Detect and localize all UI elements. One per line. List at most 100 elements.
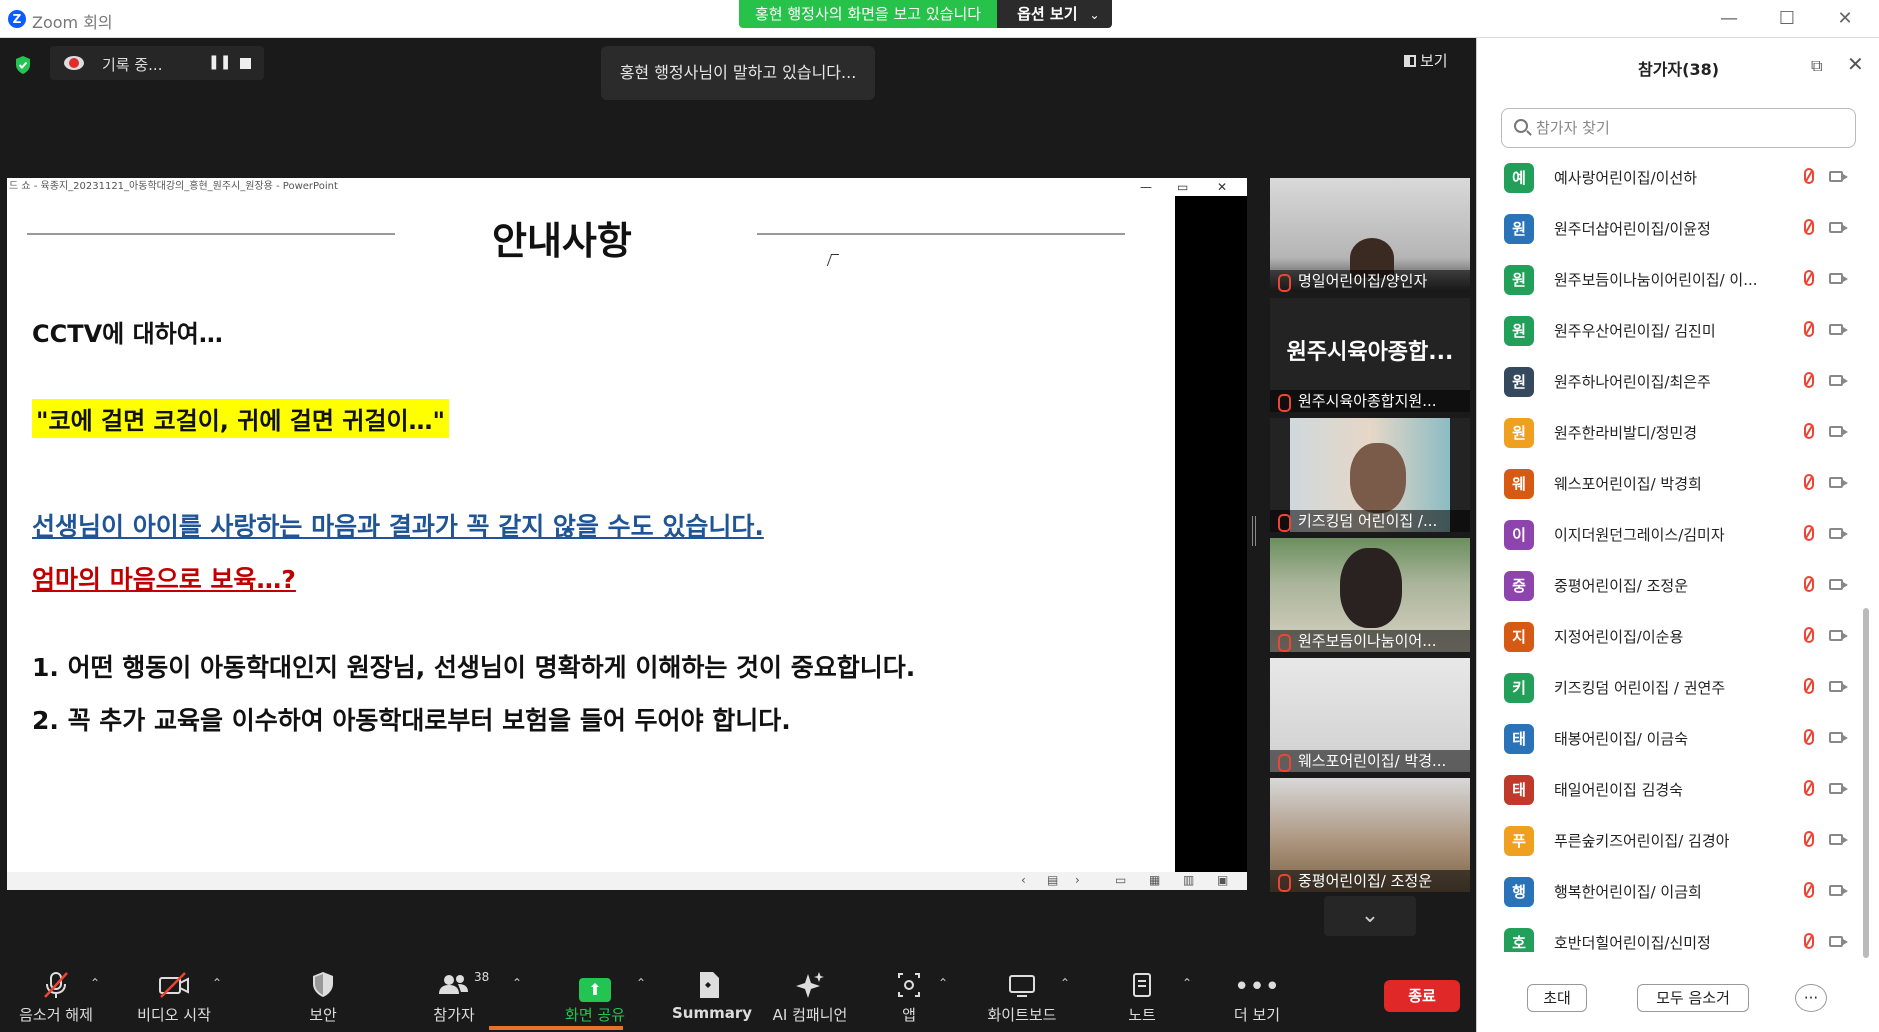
video-tile[interactable]: 웨스포어린이집/ 박경... — [1270, 658, 1470, 772]
muted-mic-icon[interactable] — [1804, 168, 1814, 184]
ai-companion-label: AI 컴패니언 — [772, 1006, 848, 1024]
muted-mic-icon[interactable] — [1804, 678, 1814, 694]
muted-mic-icon[interactable] — [1804, 831, 1814, 847]
muted-mic-icon[interactable] — [1804, 219, 1814, 235]
caret-up-icon: ⌃ — [212, 976, 223, 990]
view-options-button[interactable]: 옵션 보기 ⌄ — [997, 0, 1112, 28]
video-off-icon[interactable] — [1829, 222, 1848, 233]
participant-row[interactable]: 원 원주한라비발디/정민경 — [1477, 407, 1879, 458]
sparkle-icon — [768, 970, 852, 1004]
participant-row[interactable]: 지 지정어린이집/이순용 — [1477, 611, 1879, 662]
video-tile-name: 키즈킹덤 어린이집 /... — [1270, 510, 1470, 532]
participant-row[interactable]: 이 이지더원던그레이스/김미자 — [1477, 509, 1879, 560]
video-off-icon[interactable] — [1829, 426, 1848, 437]
muted-mic-icon[interactable] — [1804, 270, 1814, 286]
video-tile[interactable]: 명일어린이집/양인자 — [1270, 178, 1470, 292]
muted-mic-icon[interactable] — [1804, 627, 1814, 643]
stop-recording-button[interactable] — [240, 58, 251, 69]
maximize-button[interactable]: ☐ — [1762, 6, 1812, 32]
participant-row[interactable]: 웨 웨스포어린이집/ 박경희 — [1477, 458, 1879, 509]
video-tile[interactable]: 원주보듬이나눔이어... — [1270, 538, 1470, 652]
close-window-button[interactable]: ✕ — [1820, 6, 1870, 32]
video-off-icon[interactable] — [1829, 834, 1848, 845]
recording-icon — [64, 56, 84, 70]
muted-mic-icon[interactable] — [1804, 882, 1814, 898]
muted-mic-icon[interactable] — [1804, 576, 1814, 592]
invite-button[interactable]: 초대 — [1527, 984, 1587, 1012]
security-button[interactable]: 보안 — [298, 970, 348, 1025]
participant-row[interactable]: 원 원주하나어린이집/최은주 — [1477, 356, 1879, 407]
video-off-icon[interactable] — [1829, 171, 1848, 182]
participant-row[interactable]: 행 행복한어린이집/ 이금희 — [1477, 866, 1879, 917]
video-off-icon[interactable] — [1829, 324, 1848, 335]
slide-point-2: 2. 꼭 추가 교육을 이수하여 아동학대로부터 보험을 들어 두어야 합니다. — [32, 706, 791, 735]
participant-row[interactable]: 푸 푸른숲키즈어린이집/ 김경아 — [1477, 815, 1879, 866]
notes-button[interactable]: 노트 — [1124, 970, 1160, 1025]
participant-avatar: 키 — [1504, 673, 1534, 703]
share-screen-button[interactable]: ⬆ 화면 공유 — [560, 970, 630, 1025]
video-off-icon[interactable] — [1829, 375, 1848, 386]
apps-button[interactable]: 앱 — [892, 970, 926, 1025]
meeting-toolbar: 음소거 해제 ⌃ 비디오 시작 ⌃ 보안 참가자 38 ⌃ ⬆ 화면 공유 ⌃ … — [0, 950, 1476, 1032]
close-panel-icon[interactable]: ✕ — [1847, 52, 1864, 76]
muted-mic-icon[interactable] — [1804, 525, 1814, 541]
participant-row[interactable]: 예 예사랑어린이집/이선하 — [1477, 152, 1879, 203]
video-off-icon[interactable] — [1829, 630, 1848, 641]
participant-row[interactable]: 태 태일어린이집 김경숙 — [1477, 764, 1879, 815]
video-tile[interactable]: 원주시육아종합... 원주시육아종합지원... — [1270, 298, 1470, 412]
video-off-icon[interactable] — [1829, 528, 1848, 539]
video-off-icon[interactable] — [1829, 273, 1848, 284]
muted-mic-icon[interactable] — [1804, 474, 1814, 490]
unmute-button[interactable]: 음소거 해제 — [14, 970, 98, 1025]
muted-mic-icon[interactable] — [1804, 780, 1814, 796]
recording-indicator: 기록 중... ❚❚ — [50, 46, 264, 80]
video-off-icon[interactable] — [1829, 885, 1848, 896]
muted-mic-icon[interactable] — [1804, 372, 1814, 388]
pause-recording-button[interactable]: ❚❚ — [208, 54, 231, 70]
end-meeting-button[interactable]: 종료 — [1384, 980, 1460, 1012]
participant-name: 행복한어린이집/ 이금희 — [1554, 883, 1702, 901]
video-off-icon[interactable] — [1829, 783, 1848, 794]
video-off-icon[interactable] — [1829, 477, 1848, 488]
participant-row[interactable]: 태 태봉어린이집/ 이금숙 — [1477, 713, 1879, 764]
video-off-icon[interactable] — [1829, 732, 1848, 743]
participant-row[interactable]: 키 키즈킹덤 어린이집 / 권연주 — [1477, 662, 1879, 713]
video-tile[interactable]: 중평어린이집/ 조정운 — [1270, 778, 1470, 892]
next-slide-icon: › — [1075, 873, 1080, 887]
participant-search-input[interactable] — [1536, 117, 1836, 139]
panel-resize-handle[interactable] — [1252, 516, 1256, 546]
muted-mic-icon[interactable] — [1804, 933, 1814, 949]
video-off-icon[interactable] — [1829, 681, 1848, 692]
video-tile[interactable]: 키즈킹덤 어린이집 /... — [1270, 418, 1470, 532]
ai-companion-button[interactable]: AI 컴패니언 — [768, 970, 852, 1025]
participant-row[interactable]: 원 원주더샵어린이집/이윤정 — [1477, 203, 1879, 254]
participant-name: 원주더샵어린이집/이윤정 — [1554, 220, 1711, 238]
minimize-button[interactable]: — — [1704, 6, 1754, 32]
more-button[interactable]: ••• 더 보기 — [1232, 970, 1282, 1025]
start-video-button[interactable]: 비디오 시작 — [132, 970, 216, 1025]
video-off-icon[interactable] — [1829, 936, 1848, 947]
encryption-shield-icon[interactable] — [14, 55, 32, 75]
summary-button[interactable]: Summary — [672, 970, 752, 1022]
participant-row[interactable]: 원 원주우산어린이집/ 김진미 — [1477, 305, 1879, 356]
mute-all-button[interactable]: 모두 음소거 — [1637, 984, 1749, 1012]
muted-mic-icon[interactable] — [1804, 729, 1814, 745]
popout-icon[interactable]: ⧉ — [1811, 56, 1822, 76]
participant-row[interactable]: 중 중평어린이집/ 조정운 — [1477, 560, 1879, 611]
muted-mic-icon[interactable] — [1804, 321, 1814, 337]
participants-count: 38 — [474, 970, 490, 984]
thumbnails-down-button[interactable]: ⌄ — [1324, 896, 1416, 936]
participant-row[interactable]: 원 원주보듬이나눔이어린이집/ 이... — [1477, 254, 1879, 305]
muted-mic-icon[interactable] — [1804, 423, 1814, 439]
ppt-restore-icon: ▭ — [1177, 180, 1189, 194]
participants-button[interactable]: 참가자 38 — [424, 970, 489, 1025]
participant-row[interactable]: 호 호반더힐어린이집/신미정 — [1477, 917, 1879, 952]
reading-view-icon: ▥ — [1183, 873, 1195, 887]
participant-list-scrollbar[interactable] — [1863, 608, 1869, 958]
view-layout-button[interactable]: 보기 — [1404, 50, 1448, 71]
participant-search[interactable] — [1501, 108, 1856, 148]
whiteboard-button[interactable]: 화이트보드 — [980, 970, 1064, 1025]
video-off-icon[interactable] — [1829, 579, 1848, 590]
more-options-button[interactable]: ··· — [1795, 984, 1827, 1012]
layout-icon — [1404, 55, 1416, 67]
